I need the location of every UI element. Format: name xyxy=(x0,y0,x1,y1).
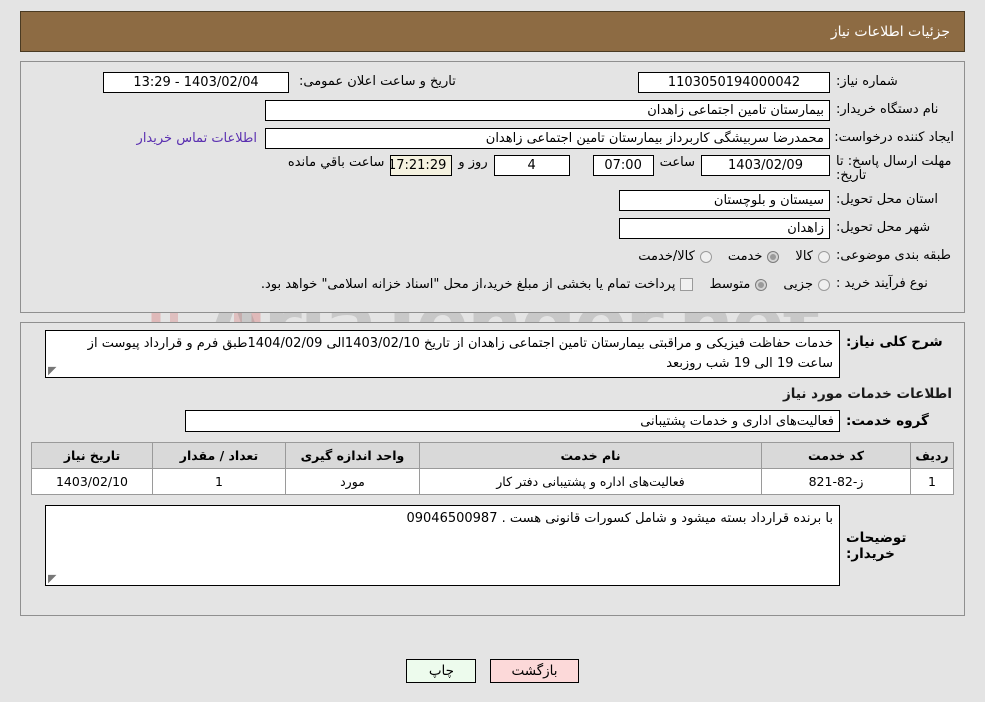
print-button[interactable]: چاپ xyxy=(406,659,477,683)
page-title-bar: جزئیات اطلاعات نیاز xyxy=(20,11,965,52)
resize-grip-icon[interactable]: ◥ xyxy=(48,364,58,377)
deadline-days-label: روز و xyxy=(458,155,488,170)
deadline-countdown-value: 17:21:29 xyxy=(390,155,453,176)
category-radio-khedmat[interactable] xyxy=(767,250,780,263)
cell-service-name: فعالیت‌های اداره و پشتیبانی دفتر کار xyxy=(419,468,762,495)
back-button[interactable]: بازگشت xyxy=(490,659,579,683)
delivery-province-value: سیستان و بلوچستان xyxy=(619,190,830,212)
announce-datetime-label: تاریخ و ساعت اعلان عمومی: xyxy=(299,73,456,89)
table-header-row: ردیف کد خدمت نام خدمت واحد اندازه گیری ت… xyxy=(31,442,954,469)
services-section-heading: اطلاعات خدمات مورد نیاز xyxy=(782,386,952,402)
page-title: جزئیات اطلاعات نیاز xyxy=(830,23,950,40)
service-group-label: گروه خدمت: xyxy=(846,413,929,429)
need-info-panel: شماره نیاز: 1103050194000042 تاریخ و ساع… xyxy=(20,61,965,313)
delivery-province-label: استان محل تحویل: xyxy=(836,192,938,208)
row-request-creator: ایجاد کننده درخواست: محمدرضا سربیشگی کار… xyxy=(31,127,954,149)
row-buyer-notes: توضیحات خریدار: با برنده قرارداد بسته می… xyxy=(31,505,954,586)
category-radio-kala-khedmat-label: کالا/خدمت xyxy=(638,249,695,265)
cell-need-date: 1403/02/10 xyxy=(31,468,153,495)
announce-datetime-value: 1403/02/04 - 13:29 xyxy=(103,71,289,93)
delivery-city-label: شهر محل تحویل: xyxy=(836,220,931,236)
col-need-date: تاریخ نیاز xyxy=(31,442,153,469)
deadline-remaining-label: ساعت باقي مانده xyxy=(287,155,385,170)
buyer-org-label: نام دستگاه خریدار: xyxy=(836,101,939,117)
cell-service-code: ز-82-821 xyxy=(761,468,911,495)
purchase-radio-jozee[interactable] xyxy=(818,278,830,291)
need-number-label: شماره نیاز: xyxy=(836,73,898,89)
row-delivery-province: استان محل تحویل: سیستان و بلوچستان xyxy=(31,190,954,212)
purchase-process-label: نوع فرآیند خرید : xyxy=(836,276,928,292)
row-need-number: شماره نیاز: 1103050194000042 تاریخ و ساع… xyxy=(31,71,954,93)
deadline-label-line1: مهلت ارسال پاسخ: تا xyxy=(836,154,952,169)
request-creator-label: ایجاد کننده درخواست: xyxy=(834,129,954,145)
request-creator-value: محمدرضا سربیشگی کاربرداز بیمارستان تامین… xyxy=(265,127,830,149)
row-category: طبقه بندی موضوعی: کالا خدمت کالا/خدمت xyxy=(31,246,954,268)
col-unit: واحد اندازه گیری xyxy=(285,442,420,469)
buyer-notes-label: توضیحات خریدار: xyxy=(846,529,907,562)
buyer-notes-textarea[interactable]: با برنده قرارداد بسته میشود و شامل کسورا… xyxy=(45,505,840,586)
row-purchase-process: نوع فرآیند خرید : جزیی متوسط پرداخت تمام… xyxy=(31,274,954,296)
deadline-days-value: 4 xyxy=(493,155,570,176)
treasury-bond-note: پرداخت تمام یا بخشی از مبلغ خرید،از محل … xyxy=(260,277,676,293)
row-service-group: گروه خدمت: فعالیت‌های اداری و خدمات پشتی… xyxy=(31,410,954,432)
col-row-no: ردیف xyxy=(910,442,954,469)
col-quantity: تعداد / مقدار xyxy=(152,442,286,469)
category-radio-kala[interactable] xyxy=(818,250,830,263)
buyer-contact-link[interactable]: اطلاعات تماس خریدار xyxy=(137,131,257,146)
purchase-radio-motevaset[interactable] xyxy=(755,278,768,291)
services-table: ردیف کد خدمت نام خدمت واحد اندازه گیری ت… xyxy=(31,442,954,495)
category-radio-kala-khedmat[interactable] xyxy=(699,250,712,263)
row-delivery-city: شهر محل تحویل: زاهدان xyxy=(31,218,954,240)
treasury-bond-checkbox[interactable] xyxy=(680,278,694,292)
row-description: شرح کلی نیاز: خدمات حفاظت فیزیکی و مراقب… xyxy=(31,330,954,378)
row-deadline: مهلت ارسال پاسخ: تا تاریخ: 1403/02/09 سا… xyxy=(31,154,954,184)
service-group-value: فعالیت‌های اداری و خدمات پشتیبانی xyxy=(185,410,840,432)
purchase-radio-jozee-label: جزیی xyxy=(783,277,813,293)
resize-grip-icon[interactable]: ◥ xyxy=(48,572,58,585)
deadline-label-block: مهلت ارسال پاسخ: تا تاریخ: xyxy=(830,154,954,184)
cell-quantity: 1 xyxy=(152,468,286,495)
description-label: شرح کلی نیاز: xyxy=(846,334,943,350)
cell-unit: مورد xyxy=(285,468,420,495)
buyer-org-value: بیمارستان تامین اجتماعی زاهدان xyxy=(265,99,830,121)
deadline-label-line2: تاریخ: xyxy=(836,168,867,184)
description-textarea[interactable]: خدمات حفاظت فیزیکی و مراقبتی بیمارستان ت… xyxy=(45,330,840,378)
deadline-time-label: ساعت xyxy=(659,155,695,170)
description-text: خدمات حفاظت فیزیکی و مراقبتی بیمارستان ت… xyxy=(87,336,833,371)
col-service-code: کد خدمت xyxy=(761,442,911,469)
cell-row-no: 1 xyxy=(910,468,954,495)
deadline-date-value: 1403/02/09 xyxy=(701,155,830,176)
need-number-value: 1103050194000042 xyxy=(638,71,830,93)
category-radio-khedmat-label: خدمت xyxy=(727,249,763,265)
purchase-radio-motevaset-label: متوسط xyxy=(709,277,751,293)
page-root: جزئیات اطلاعات نیاز شماره نیاز: 11030501… xyxy=(0,11,985,683)
row-buyer-org: نام دستگاه خریدار: بیمارستان تامین اجتما… xyxy=(31,99,954,121)
category-radio-kala-label: کالا xyxy=(795,249,813,265)
buyer-notes-text: با برنده قرارداد بسته میشود و شامل کسورا… xyxy=(406,511,833,526)
col-service-name: نام خدمت xyxy=(419,442,762,469)
footer-actions: بازگشت چاپ xyxy=(0,659,985,683)
category-label: طبقه بندی موضوعی: xyxy=(836,248,952,264)
table-row: 1 ز-82-821 فعالیت‌های اداره و پشتیبانی د… xyxy=(31,468,954,495)
delivery-city-value: زاهدان xyxy=(619,218,830,240)
details-panel: شرح کلی نیاز: خدمات حفاظت فیزیکی و مراقب… xyxy=(20,322,965,616)
deadline-time-value: 07:00 xyxy=(592,155,654,176)
